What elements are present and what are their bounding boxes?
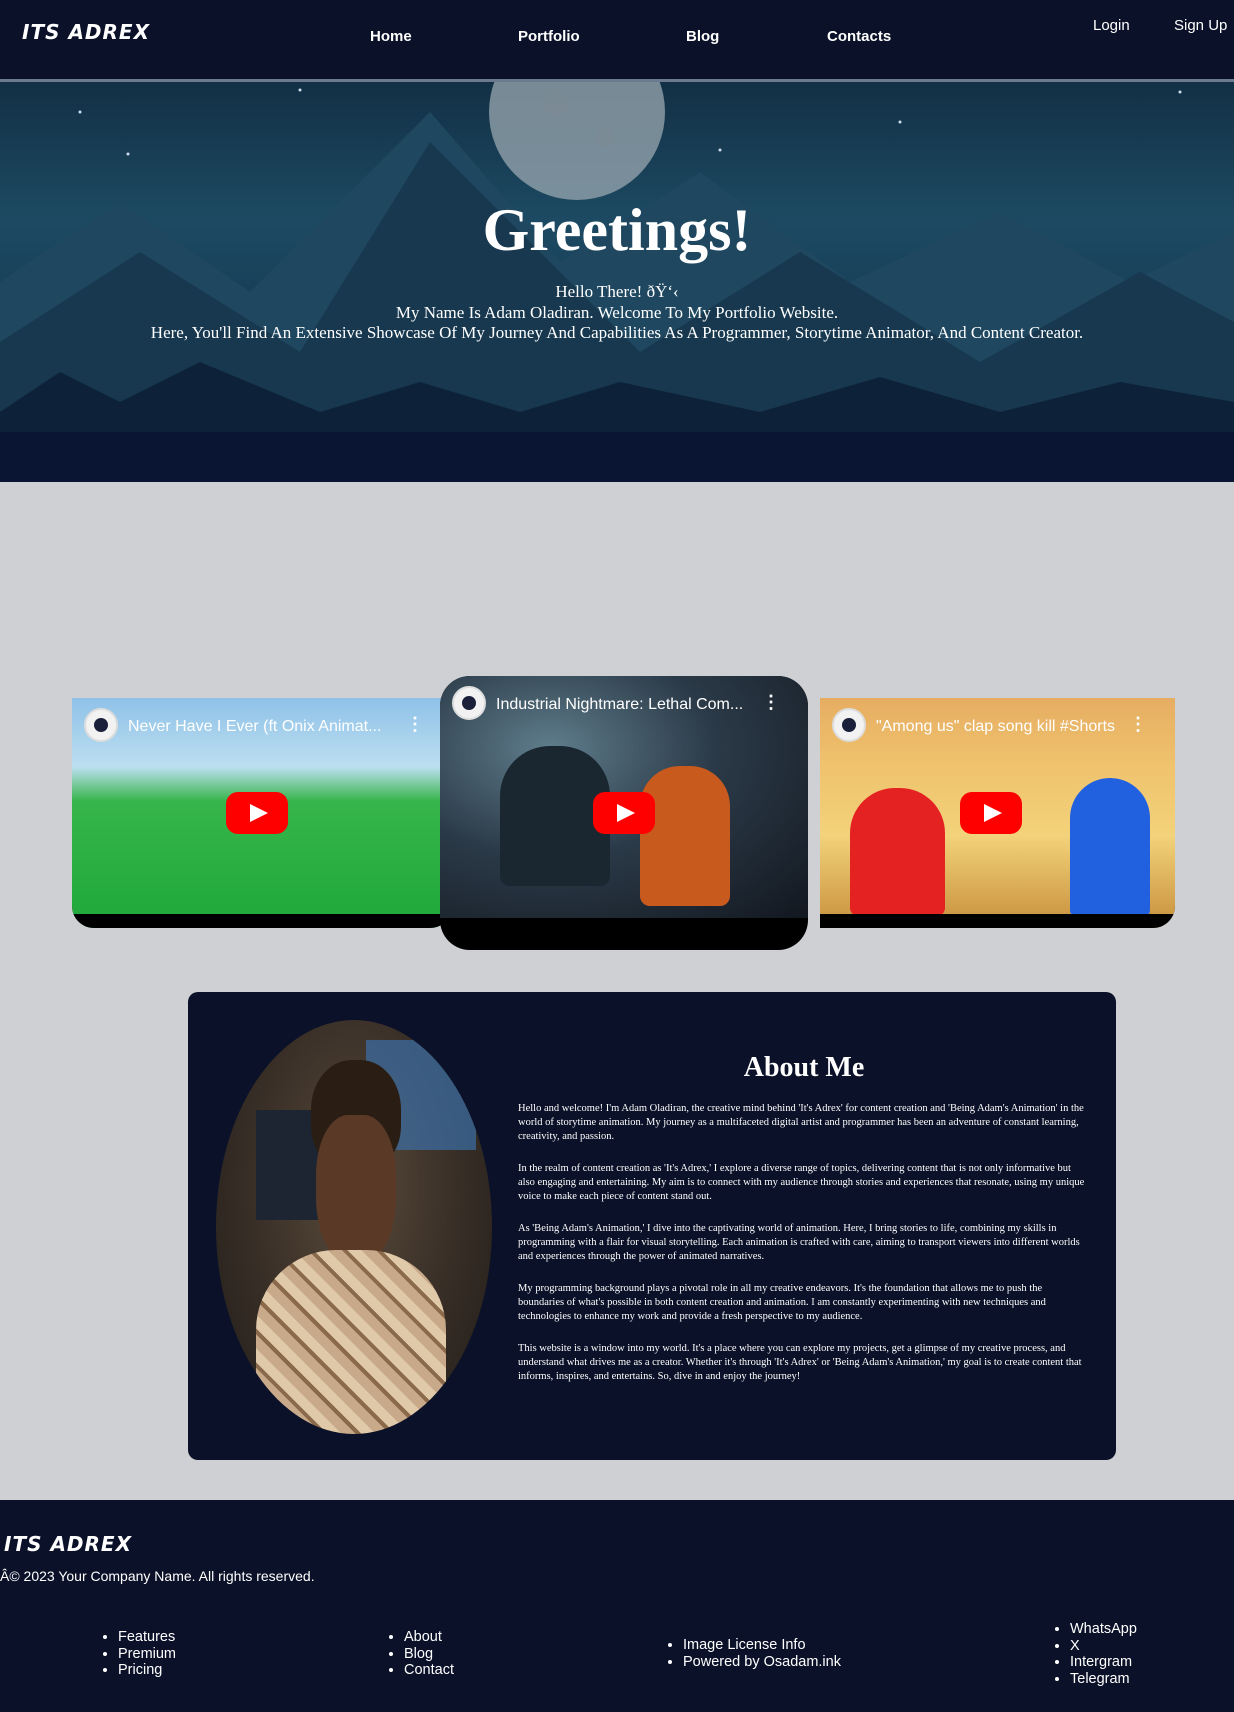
footer-link-about[interactable]: About xyxy=(404,1629,454,1646)
footer-link-premium[interactable]: Premium xyxy=(118,1646,176,1663)
video-embed-center[interactable]: Industrial Nightmare: Lethal Com... ⋮ xyxy=(440,676,808,950)
footer-links-info: Image License Info Powered by Osadam.ink xyxy=(683,1637,841,1670)
footer-links-product: Features Premium Pricing xyxy=(118,1629,176,1679)
hero-title: Greetings! xyxy=(482,197,752,263)
video-title[interactable]: "Among us" clap song kill #Shorts xyxy=(876,718,1115,736)
channel-avatar[interactable] xyxy=(832,708,866,742)
signup-link[interactable]: Sign Up xyxy=(1174,17,1227,34)
hero-description: Here, You'll Find An Extensive Showcase … xyxy=(150,323,1084,342)
copyright-text: Â© 2023 Your Company Name. All rights re… xyxy=(0,1568,315,1584)
footer-link-powered-by[interactable]: Powered by Osadam.ink xyxy=(683,1654,841,1671)
play-button-icon[interactable] xyxy=(593,792,655,834)
about-me-card: About Me Hello and welcome! I'm Adam Ola… xyxy=(188,992,1116,1460)
video-title[interactable]: Never Have I Ever (ft Onix Animat... xyxy=(128,718,381,736)
about-paragraph: As 'Being Adam's Animation,' I dive into… xyxy=(518,1223,1080,1262)
play-button-icon[interactable] xyxy=(960,792,1022,834)
footer-link-features[interactable]: Features xyxy=(118,1629,176,1646)
nav-link-home[interactable]: Home xyxy=(370,28,412,45)
site-footer: ITS ADREX Â© 2023 Your Company Name. All… xyxy=(0,1500,1234,1712)
footer-logo[interactable]: ITS ADREX xyxy=(4,1532,132,1556)
channel-avatar[interactable] xyxy=(84,708,118,742)
nav-link-contacts[interactable]: Contacts xyxy=(827,28,891,45)
about-paragraph: This website is a window into my world. … xyxy=(518,1343,1082,1382)
footer-link-blog[interactable]: Blog xyxy=(404,1646,454,1663)
top-navbar: ITS ADREX Home Portfolio Blog Contacts L… xyxy=(0,0,1234,82)
footer-link-x[interactable]: X xyxy=(1070,1638,1137,1655)
about-title: About Me xyxy=(743,1052,865,1083)
footer-links-social: WhatsApp X Intergram Telegram xyxy=(1070,1621,1137,1687)
hero-banner: Greetings! Hello There! ðŸ‘‹ My Name Is … xyxy=(0,82,1234,482)
more-options-icon[interactable]: ⋮ xyxy=(1129,714,1147,735)
footer-link-contact[interactable]: Contact xyxy=(404,1662,454,1679)
video-embed-right[interactable]: "Among us" clap song kill #Shorts ⋮ xyxy=(820,698,1175,928)
video-embed-left[interactable]: Never Have I Ever (ft Onix Animat... ⋮ xyxy=(72,698,452,928)
about-paragraph: Hello and welcome! I'm Adam Oladiran, th… xyxy=(518,1103,1084,1142)
channel-avatar[interactable] xyxy=(452,686,486,720)
login-link[interactable]: Login xyxy=(1093,17,1130,34)
about-paragraph: My programming background plays a pivota… xyxy=(518,1283,1046,1322)
play-button-icon[interactable] xyxy=(226,792,288,834)
footer-links-company: About Blog Contact xyxy=(404,1629,454,1679)
more-options-icon[interactable]: ⋮ xyxy=(406,714,424,735)
hero-intro: My Name Is Adam Oladiran. Welcome To My … xyxy=(395,303,839,322)
more-options-icon[interactable]: ⋮ xyxy=(762,692,780,713)
footer-link-pricing[interactable]: Pricing xyxy=(118,1662,176,1679)
footer-link-instagram[interactable]: Intergram xyxy=(1070,1654,1137,1671)
footer-link-whatsapp[interactable]: WhatsApp xyxy=(1070,1621,1137,1638)
profile-photo xyxy=(216,1020,492,1434)
footer-link-image-license[interactable]: Image License Info xyxy=(683,1637,841,1654)
video-title[interactable]: Industrial Nightmare: Lethal Com... xyxy=(496,696,743,714)
footer-link-telegram[interactable]: Telegram xyxy=(1070,1671,1137,1688)
about-paragraph: In the realm of content creation as 'It'… xyxy=(518,1163,1085,1202)
nav-link-blog[interactable]: Blog xyxy=(686,28,719,45)
site-logo[interactable]: ITS ADREX xyxy=(22,20,150,44)
hero-greeting: Hello There! ðŸ‘‹ xyxy=(555,282,679,301)
nav-link-portfolio[interactable]: Portfolio xyxy=(518,28,580,45)
